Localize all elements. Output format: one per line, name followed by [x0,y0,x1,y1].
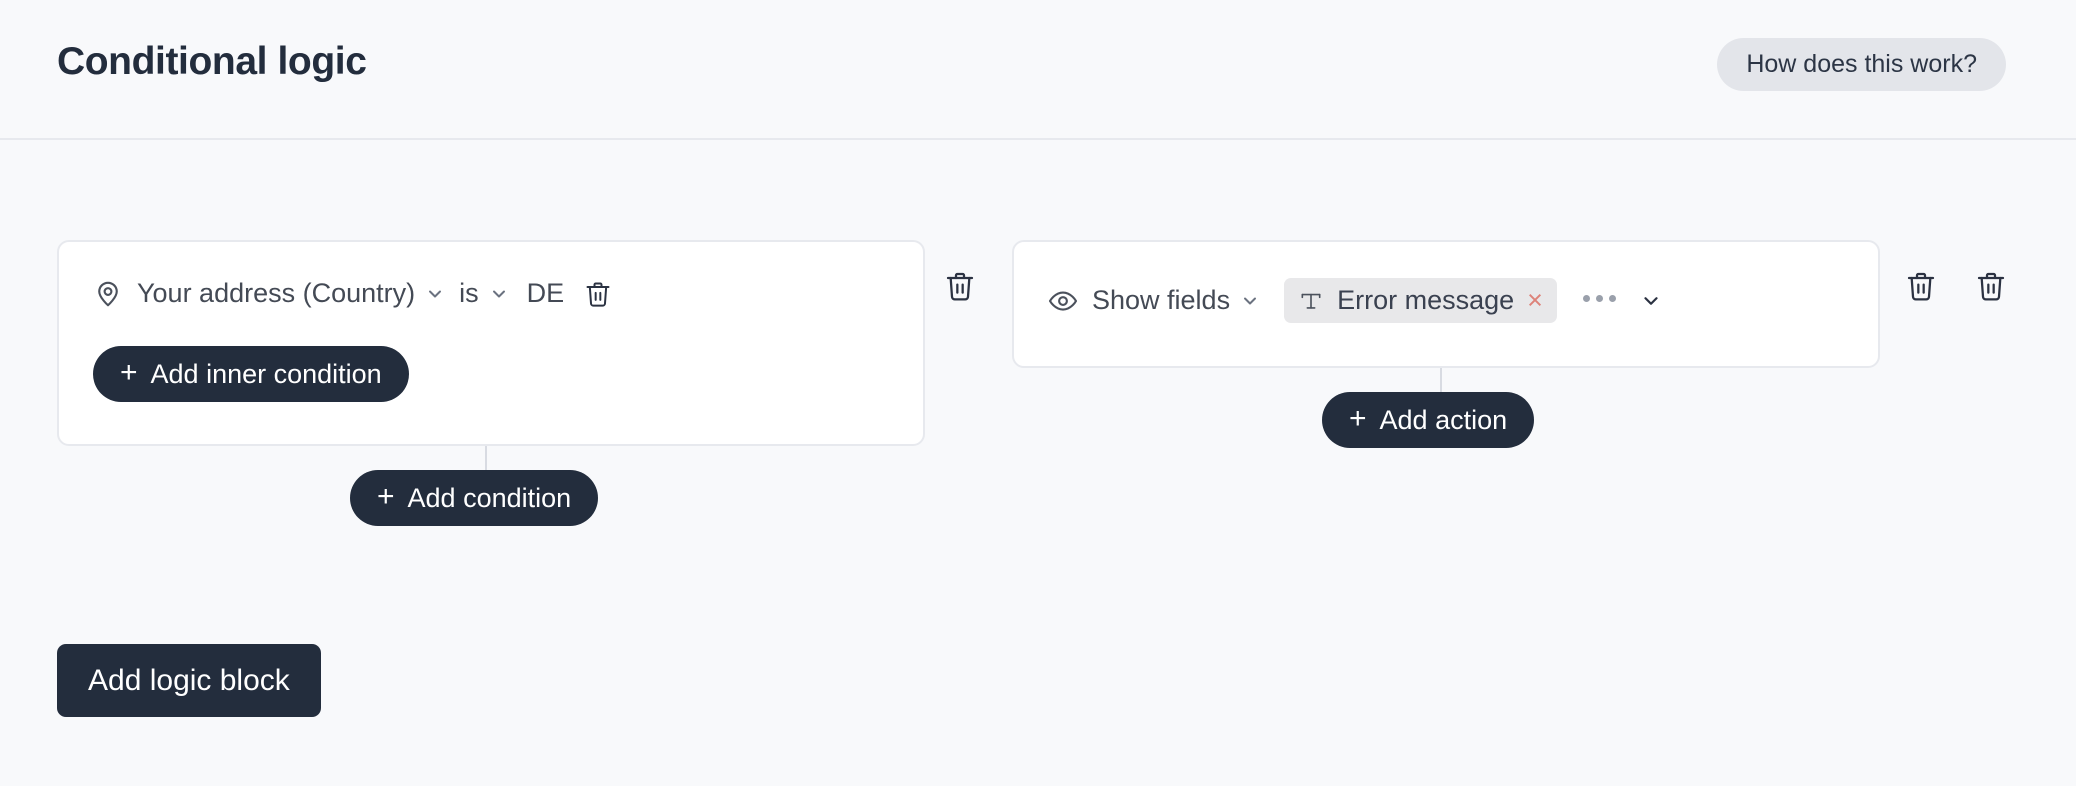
trash-icon[interactable] [584,280,612,308]
add-action-label: Add action [1379,404,1508,435]
add-logic-block-button[interactable]: Add logic block [57,644,321,717]
how-does-this-work-button[interactable]: How does this work? [1717,38,2006,91]
condition-row: Your address (Country) is DE [93,278,612,309]
logic-canvas: Your address (Country) is DE + Add inner… [0,142,2076,786]
chevron-down-icon[interactable] [1240,291,1260,311]
eye-icon [1048,286,1078,316]
ellipsis-dot [1582,295,1590,302]
target-field-chip[interactable]: Error message × [1284,278,1557,323]
more-targets-icon[interactable] [1582,295,1616,302]
condition-field-select[interactable]: Your address (Country) [137,278,415,309]
ellipsis-dot [1608,295,1616,302]
add-inner-condition-label: Add inner condition [150,358,382,389]
plus-icon: + [120,355,138,389]
text-field-icon [1298,288,1324,314]
action-block-card: Show fields Error message × [1012,240,1880,368]
add-logic-block-label: Add logic block [88,663,290,697]
plus-icon: + [1349,401,1367,435]
chevron-down-icon[interactable] [425,284,445,304]
condition-value-input[interactable]: DE [527,278,565,309]
chevron-down-icon[interactable] [489,284,509,304]
add-action-button[interactable]: + Add action [1322,392,1535,448]
add-condition-label: Add condition [407,482,572,513]
condition-operator-select[interactable]: is [459,278,479,309]
help-button-label: How does this work? [1746,50,1977,78]
delete-action-icon[interactable] [1905,270,1937,302]
chevron-down-icon[interactable] [1640,290,1662,312]
page-title: Conditional logic [57,40,367,83]
ellipsis-dot [1595,295,1603,302]
action-type-select[interactable]: Show fields [1092,285,1230,316]
page-header: Conditional logic How does this work? [0,0,2076,140]
map-pin-icon [93,279,123,309]
add-condition-button[interactable]: + Add condition [350,470,599,526]
chip-label: Error message [1337,285,1515,315]
delete-action-block-icon[interactable] [1975,270,2007,302]
add-inner-condition-button[interactable]: + Add inner condition [93,346,409,402]
delete-condition-block-icon[interactable] [944,270,976,302]
chip-remove-icon[interactable]: × [1527,287,1543,314]
plus-icon: + [377,479,395,513]
action-row: Show fields Error message × [1048,278,1662,323]
condition-block-card: Your address (Country) is DE + Add inner… [57,240,925,446]
